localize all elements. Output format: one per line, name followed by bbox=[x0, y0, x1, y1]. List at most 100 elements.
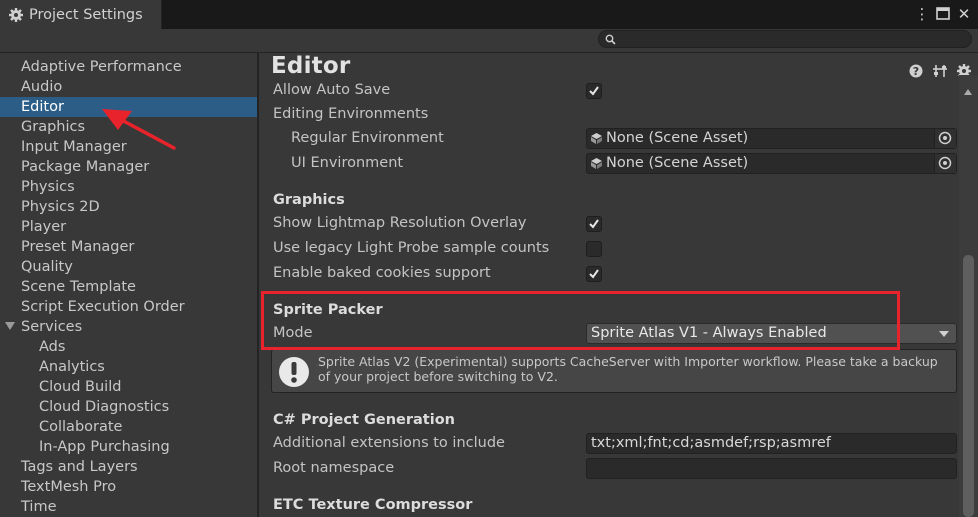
info-icon bbox=[279, 357, 309, 387]
scroll-up-arrow-icon[interactable] bbox=[964, 89, 972, 95]
regular-environment-label: Regular Environment bbox=[291, 130, 444, 146]
sidebar-item-adaptive-performance[interactable]: Adaptive Performance bbox=[0, 57, 257, 77]
target-icon bbox=[938, 131, 952, 145]
sidebar-item-label: Cloud Build bbox=[39, 379, 122, 395]
sidebar-item-editor[interactable]: Editor bbox=[0, 97, 257, 117]
vertical-scrollbar[interactable] bbox=[959, 75, 978, 517]
sidebar-item-cloud-build[interactable]: Cloud Build bbox=[0, 377, 257, 397]
additional-extensions-label: Additional extensions to include bbox=[273, 435, 505, 451]
window-title: Project Settings bbox=[29, 6, 143, 23]
sidebar-item-script-execution-order[interactable]: Script Execution Order bbox=[0, 297, 257, 317]
sidebar-item-tags-and-layers[interactable]: Tags and Layers bbox=[0, 457, 257, 477]
title-bar: Project Settings ⋮ ✕ bbox=[0, 0, 978, 29]
target-icon bbox=[938, 156, 952, 170]
help-icon[interactable]: ? bbox=[908, 63, 924, 79]
dropdown-arrow-icon bbox=[939, 331, 949, 337]
sidebar-item-label: TextMesh Pro bbox=[21, 479, 117, 495]
sidebar-item-physics[interactable]: Physics bbox=[0, 177, 257, 197]
sprite-atlas-help-text: Sprite Atlas V2 (Experimental) supports … bbox=[318, 354, 938, 384]
sidebar-item-label: Cloud Diagnostics bbox=[39, 399, 170, 415]
sidebar-item-quality[interactable]: Quality bbox=[0, 257, 257, 277]
sidebar-item-ads[interactable]: Ads bbox=[0, 337, 257, 357]
root-namespace-input[interactable] bbox=[586, 458, 957, 479]
settings-sidebar: Adaptive Performance Audio Editor Graphi… bbox=[0, 53, 257, 517]
sidebar-item-graphics[interactable]: Graphics bbox=[0, 117, 257, 137]
scene-asset-icon bbox=[591, 158, 602, 169]
maximize-icon[interactable] bbox=[934, 4, 952, 24]
sidebar-item-label: Input Manager bbox=[21, 139, 127, 155]
legacy-light-probe-label: Use legacy Light Probe sample counts bbox=[273, 240, 550, 256]
sidebar-item-collaborate[interactable]: Collaborate bbox=[0, 417, 257, 437]
checkmark-icon bbox=[589, 269, 599, 279]
sidebar-item-label: Package Manager bbox=[21, 159, 150, 175]
etc-section-header: ETC Texture Compressor bbox=[273, 497, 473, 513]
checkmark-icon bbox=[589, 86, 599, 96]
sidebar-item-time[interactable]: Time bbox=[0, 497, 257, 517]
sidebar-item-label: Graphics bbox=[21, 119, 86, 135]
foldout-expanded-icon[interactable] bbox=[5, 322, 15, 330]
allow-auto-save-label: Allow Auto Save bbox=[273, 82, 391, 98]
legacy-light-probe-checkbox[interactable] bbox=[586, 241, 602, 257]
sidebar-item-in-app-purchasing[interactable]: In-App Purchasing bbox=[0, 437, 257, 457]
sidebar-item-label: Audio bbox=[21, 79, 63, 95]
ui-environment-label: UI Environment bbox=[291, 155, 404, 171]
project-settings-tab[interactable]: Project Settings bbox=[0, 0, 162, 29]
baked-cookies-label: Enable baked cookies support bbox=[273, 265, 491, 281]
sidebar-item-label: Tags and Layers bbox=[21, 459, 138, 475]
additional-extensions-input[interactable]: txt;xml;fnt;cd;asmdef;rsp;asmref bbox=[586, 433, 957, 454]
sidebar-item-physics-2d[interactable]: Physics 2D bbox=[0, 197, 257, 217]
search-input[interactable] bbox=[598, 30, 972, 48]
scene-asset-icon bbox=[591, 133, 602, 144]
page-title: Editor bbox=[271, 53, 351, 79]
sprite-atlas-help-box: Sprite Atlas V2 (Experimental) supports … bbox=[271, 349, 957, 393]
search-icon bbox=[605, 34, 616, 45]
sidebar-item-label: Editor bbox=[21, 99, 64, 115]
allow-auto-save-checkbox[interactable] bbox=[586, 83, 602, 99]
sidebar-item-scene-template[interactable]: Scene Template bbox=[0, 277, 257, 297]
preset-icon[interactable] bbox=[932, 63, 948, 79]
baked-cookies-checkbox[interactable] bbox=[586, 266, 602, 282]
additional-extensions-value: txt;xml;fnt;cd;asmdef;rsp;asmref bbox=[591, 435, 831, 451]
regular-environment-value: None (Scene Asset) bbox=[606, 130, 749, 146]
scroll-thumb[interactable] bbox=[963, 255, 974, 517]
sidebar-item-label: Services bbox=[21, 319, 83, 335]
ui-environment-field[interactable]: None (Scene Asset) bbox=[586, 153, 957, 174]
csharp-section-header: C# Project Generation bbox=[273, 412, 455, 428]
sidebar-item-label: Scene Template bbox=[21, 279, 136, 295]
ui-environment-value: None (Scene Asset) bbox=[606, 155, 749, 171]
sidebar-item-textmesh-pro[interactable]: TextMesh Pro bbox=[0, 477, 257, 497]
sidebar-item-label: Collaborate bbox=[39, 419, 123, 435]
sidebar-item-analytics[interactable]: Analytics bbox=[0, 357, 257, 377]
editing-environments-label: Editing Environments bbox=[273, 106, 429, 122]
object-picker-button[interactable] bbox=[934, 129, 956, 148]
sidebar-item-label: Script Execution Order bbox=[21, 299, 185, 315]
sidebar-item-label: Player bbox=[21, 219, 67, 235]
gear-icon bbox=[9, 7, 23, 22]
graphics-section-header: Graphics bbox=[273, 192, 345, 208]
sidebar-item-preset-manager[interactable]: Preset Manager bbox=[0, 237, 257, 257]
sidebar-item-audio[interactable]: Audio bbox=[0, 77, 257, 97]
more-options-icon[interactable]: ⋮ bbox=[913, 4, 931, 24]
sidebar-item-label: Time bbox=[21, 499, 57, 515]
checkmark-icon bbox=[589, 219, 599, 229]
highlight-box bbox=[261, 291, 900, 350]
sidebar-item-label: Analytics bbox=[39, 359, 105, 375]
sidebar-item-label: In-App Purchasing bbox=[39, 439, 170, 455]
lightmap-overlay-checkbox[interactable] bbox=[586, 216, 602, 232]
sidebar-item-label: Preset Manager bbox=[21, 239, 135, 255]
sidebar-item-player[interactable]: Player bbox=[0, 217, 257, 237]
lightmap-overlay-label: Show Lightmap Resolution Overlay bbox=[273, 215, 527, 231]
sidebar-item-label: Ads bbox=[39, 339, 66, 355]
toolbar bbox=[0, 29, 978, 53]
close-icon[interactable]: ✕ bbox=[955, 4, 973, 24]
sidebar-item-input-manager[interactable]: Input Manager bbox=[0, 137, 257, 157]
svg-text:?: ? bbox=[913, 65, 919, 78]
sidebar-item-label: Quality bbox=[21, 259, 73, 275]
sidebar-item-services[interactable]: Services bbox=[0, 317, 257, 337]
object-picker-button[interactable] bbox=[934, 154, 956, 173]
sidebar-item-label: Adaptive Performance bbox=[21, 59, 182, 75]
regular-environment-field[interactable]: None (Scene Asset) bbox=[586, 128, 957, 149]
sidebar-item-cloud-diagnostics[interactable]: Cloud Diagnostics bbox=[0, 397, 257, 417]
sidebar-item-package-manager[interactable]: Package Manager bbox=[0, 157, 257, 177]
root-namespace-label: Root namespace bbox=[273, 460, 395, 476]
